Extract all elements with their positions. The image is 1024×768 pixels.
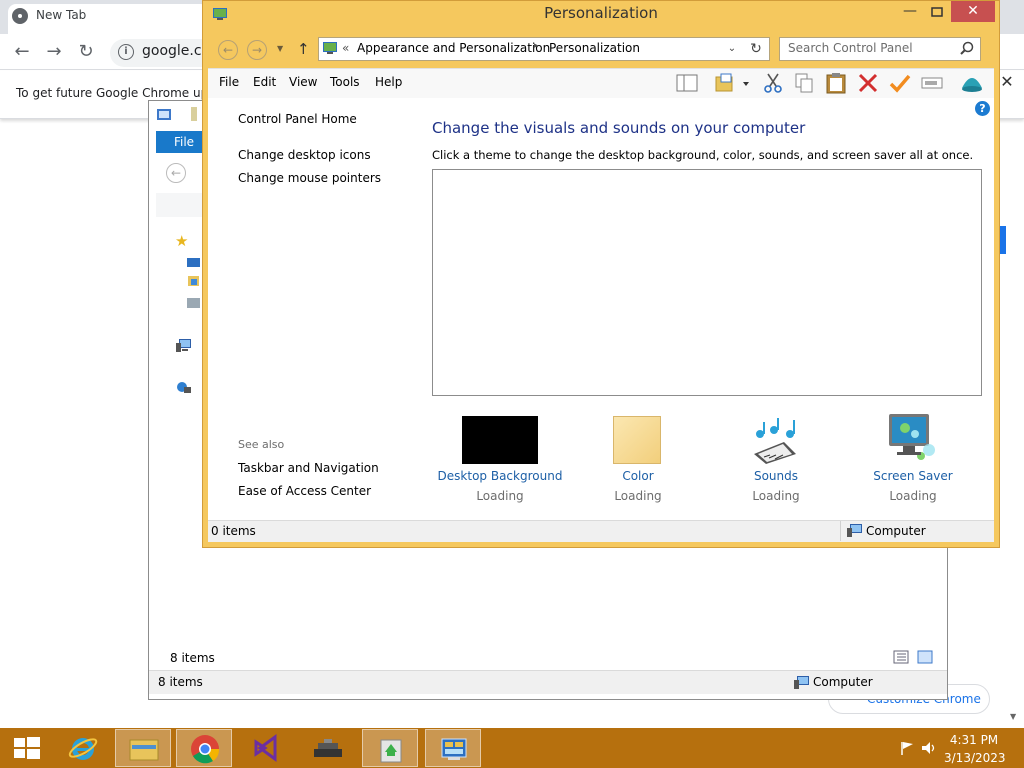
cut-icon[interactable] xyxy=(760,70,786,96)
view-toggle-icons[interactable] xyxy=(893,650,933,664)
forward-button[interactable]: → xyxy=(247,40,267,60)
clock-date[interactable]: 3/13/2023 xyxy=(944,751,1006,765)
folder-options-icon[interactable] xyxy=(713,70,753,96)
close-button[interactable]: ✕ xyxy=(951,1,995,22)
menu-help[interactable]: Help xyxy=(375,75,402,89)
scroll-down-arrow-icon[interactable]: ▼ xyxy=(1010,712,1016,721)
change-desktop-icons-link[interactable]: Change desktop icons xyxy=(238,148,371,162)
color-thumbnail[interactable] xyxy=(613,416,661,464)
back-button[interactable]: ← xyxy=(218,40,238,60)
breadcrumb-appearance[interactable]: Appearance and Personalization xyxy=(357,41,550,55)
control-panel-icon xyxy=(441,738,467,760)
network-icon xyxy=(177,382,191,393)
omnibox-url-text[interactable]: google.co xyxy=(142,43,210,59)
chrome-signin-message: To get future Google Chrome up xyxy=(16,86,209,100)
page-subheading: Click a theme to change the desktop back… xyxy=(432,148,974,162)
control-panel-icon xyxy=(323,42,337,54)
delete-icon[interactable] xyxy=(855,70,881,96)
explorer-quick-access-icon xyxy=(157,107,197,121)
address-dropdown-icon[interactable]: ⌄ xyxy=(724,39,740,59)
change-mouse-pointers-link[interactable]: Change mouse pointers xyxy=(238,171,381,185)
taskbar-navigation-link[interactable]: Taskbar and Navigation xyxy=(238,461,379,475)
desktop-background-status: Loading xyxy=(476,489,524,503)
control-panel-home-link[interactable]: Control Panel Home xyxy=(238,112,357,126)
visual-studio-icon xyxy=(254,734,277,762)
back-arrow-icon[interactable]: ← xyxy=(10,40,34,64)
explorer-nav-icons xyxy=(187,258,200,308)
breadcrumb-separator-icon[interactable]: ▸ xyxy=(534,41,539,51)
computer-icon xyxy=(794,676,809,689)
site-info-icon[interactable]: i xyxy=(118,44,134,60)
folder-icon xyxy=(129,739,159,761)
breadcrumb-overflow[interactable]: « xyxy=(342,41,349,55)
speaker-icon[interactable] xyxy=(921,741,937,755)
paste-icon[interactable] xyxy=(823,70,849,96)
network-device-icon xyxy=(314,739,342,757)
breadcrumb-personalization[interactable]: Personalization xyxy=(549,41,640,55)
screen-saver-icon[interactable] xyxy=(885,412,939,464)
chrome-logo-icon xyxy=(12,8,28,24)
minimize-button[interactable]: — xyxy=(896,2,924,22)
color-link[interactable]: Color xyxy=(563,469,713,483)
maximize-button[interactable] xyxy=(924,2,950,22)
shell-globe-icon[interactable] xyxy=(959,70,985,96)
search-icon[interactable] xyxy=(958,40,976,58)
checkmark-properties-icon[interactable] xyxy=(887,70,913,96)
action-center-flag-icon[interactable] xyxy=(900,741,914,755)
explorer-back-icon[interactable]: ← xyxy=(166,163,186,183)
taskbar-chrome[interactable] xyxy=(176,729,232,767)
taskbar-network-app[interactable] xyxy=(300,729,356,767)
screen-saver-link[interactable]: Screen Saver xyxy=(838,469,988,483)
taskbar-visual-studio[interactable] xyxy=(238,729,294,767)
statusbar-divider xyxy=(840,521,841,541)
taskbar-recycle-bin[interactable] xyxy=(362,729,418,767)
rename-icon[interactable] xyxy=(919,70,945,96)
desktop-background-thumbnail[interactable] xyxy=(462,416,538,464)
ease-of-access-link[interactable]: Ease of Access Center xyxy=(238,484,371,498)
search-placeholder[interactable]: Search Control Panel xyxy=(788,41,913,55)
taskbar-control-panel[interactable] xyxy=(425,729,481,767)
chrome-scrollbar[interactable] xyxy=(1008,265,1024,728)
clock-time[interactable]: 4:31 PM xyxy=(944,733,1004,747)
taskbar-file-explorer[interactable] xyxy=(115,729,171,767)
status-items-count: 0 items xyxy=(211,524,256,538)
chrome-tab-title: New Tab xyxy=(36,8,87,22)
menu-view[interactable]: View xyxy=(289,75,317,89)
copy-icon[interactable] xyxy=(791,70,817,96)
help-icon[interactable]: ? xyxy=(975,101,990,116)
explorer-status-computer: Computer xyxy=(813,675,873,689)
menu-tools[interactable]: Tools xyxy=(330,75,360,89)
theme-list[interactable] xyxy=(432,169,982,396)
desktop-background-link[interactable]: Desktop Background xyxy=(425,469,575,483)
menu-file[interactable]: File xyxy=(219,75,239,89)
computer-icon xyxy=(176,339,191,352)
menu-edit[interactable]: Edit xyxy=(253,75,276,89)
page-heading: Change the visuals and sounds on your co… xyxy=(432,119,806,137)
sounds-icon[interactable] xyxy=(750,414,800,464)
explorer-status-items: 8 items xyxy=(158,675,203,689)
screen-saver-status: Loading xyxy=(889,489,937,503)
favorites-star-icon[interactable]: ★ xyxy=(175,232,188,250)
window-title: Personalization xyxy=(544,4,658,22)
start-button[interactable] xyxy=(0,729,56,767)
sounds-status: Loading xyxy=(752,489,800,503)
recent-pages-dropdown-icon[interactable]: ▼ xyxy=(277,44,283,53)
computer-icon xyxy=(847,524,862,537)
up-arrow-icon[interactable]: ↑ xyxy=(297,40,310,58)
maximize-icon xyxy=(931,7,943,17)
recycle-bin-icon xyxy=(380,739,402,763)
layout-pane-icon[interactable] xyxy=(674,70,700,96)
see-also-heading: See also xyxy=(238,438,285,451)
reload-icon[interactable]: ↻ xyxy=(74,40,98,64)
explorer-items-count: 8 items xyxy=(170,651,215,665)
windows-logo-icon xyxy=(14,737,40,759)
sounds-link[interactable]: Sounds xyxy=(701,469,851,483)
forward-arrow-icon[interactable]: → xyxy=(42,40,66,64)
chrome-icon xyxy=(191,735,220,764)
color-status: Loading xyxy=(614,489,662,503)
internet-explorer-icon xyxy=(68,738,98,760)
refresh-icon[interactable]: ↻ xyxy=(746,39,766,59)
status-computer-label: Computer xyxy=(866,524,926,538)
taskbar-internet-explorer[interactable] xyxy=(55,729,111,767)
